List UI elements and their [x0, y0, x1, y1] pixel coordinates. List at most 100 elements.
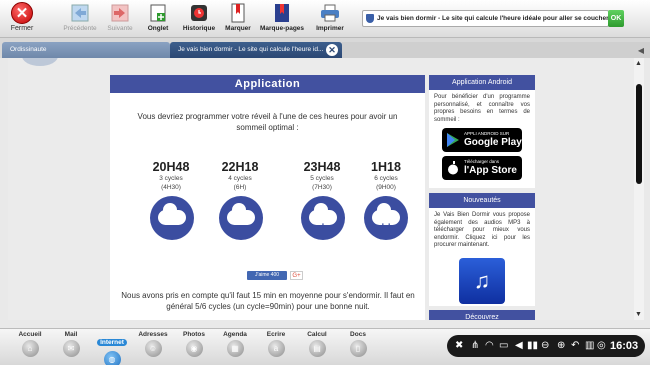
application-panel: Application Vous devriez programmer votr…	[110, 75, 425, 320]
dock-label: Photos	[182, 331, 206, 338]
sleep-duration: (6H)	[233, 184, 247, 191]
dock-item-agenda[interactable]: Agenda ▦	[213, 331, 257, 357]
google-play-badge[interactable]: APPLI ANDROID SUR Google Play	[442, 128, 522, 153]
dock-item-ecrire[interactable]: Ecrire a	[254, 331, 298, 357]
dock-label: Calcul	[307, 331, 327, 338]
android-header: Application Android	[429, 75, 535, 90]
bookmarks-label: Marque-pages	[259, 25, 305, 32]
wake-option[interactable]: 20H48 3 cycles (4H30)	[141, 160, 201, 192]
cloud-icon[interactable]: +	[301, 196, 345, 240]
discover-header: Découvrez	[429, 310, 535, 320]
discover-panel: Découvrez	[429, 310, 535, 320]
dock-item-internet[interactable]: Internet ◍	[90, 331, 134, 365]
scroll-thumb[interactable]	[636, 84, 642, 184]
tab-icon	[148, 3, 168, 23]
news-text[interactable]: Je Vais Bien Dormir vous propose égaleme…	[429, 208, 535, 254]
contacts-icon: ☺	[144, 340, 162, 357]
news-header: Nouveautés	[429, 193, 535, 208]
cloud-symbol: -	[239, 221, 243, 233]
application-header: Application	[110, 75, 425, 93]
go-button[interactable]: OK	[608, 10, 624, 27]
battery-icon[interactable]: ▭	[499, 338, 508, 354]
dock-label: Agenda	[223, 331, 247, 338]
tab-label: Je vais bien dormir - Le site qui calcul…	[178, 46, 324, 53]
tab-ordissinaute[interactable]: Ordissinaute	[2, 42, 170, 58]
cycle-count: 5 cycles	[310, 175, 334, 182]
scroll-up-icon[interactable]: ▲	[635, 60, 642, 67]
badge-small-text: APPLI ANDROID SUR	[464, 131, 510, 137]
sleep-duration: (4H30)	[161, 184, 181, 191]
bookmark-label: Marquer	[225, 25, 251, 32]
dock-label: Docs	[350, 331, 366, 338]
bookmarks-icon	[272, 3, 292, 23]
dock-item-mail[interactable]: Mail ✉	[49, 331, 93, 357]
home-icon: ⌂	[21, 340, 39, 357]
dock-label: Adresses	[138, 331, 168, 338]
close-label: Fermer	[10, 25, 34, 32]
network-icon[interactable]: ⋔	[471, 338, 479, 354]
dock-item-docs[interactable]: Docs ▯	[336, 331, 380, 357]
chevron-left-icon[interactable]: ◀	[638, 46, 644, 55]
bookmark-button[interactable]: Marquer	[214, 3, 262, 36]
close-button[interactable]: ✕ Fermer	[4, 2, 40, 36]
forward-arrow-icon	[110, 3, 130, 23]
top-toolbar: ✕ Fermer Précédente Suivante Onglet Hist…	[0, 0, 650, 38]
url-input[interactable]: Je vais bien dormir - Le site qui calcul…	[362, 10, 609, 27]
scroll-down-icon[interactable]: ▼	[635, 311, 642, 318]
apple-icon	[448, 161, 458, 175]
wake-time: 22H18	[221, 160, 259, 174]
tools-icon[interactable]: ✖	[455, 338, 463, 354]
document-icon: ▯	[349, 340, 367, 357]
dock-item-adresses[interactable]: Adresses ☺	[131, 331, 175, 357]
print-button[interactable]: Imprimer	[306, 3, 354, 36]
footer-text: Nous avons pris en compte qu'il faut 15 …	[121, 291, 415, 311]
wake-option[interactable]: 23H48 5 cycles (7H30)	[292, 160, 352, 192]
music-note-icon[interactable]: ♫	[459, 257, 505, 304]
dock-label: Internet	[97, 339, 127, 346]
app-store-badge[interactable]: Télécharger dans l'App Store	[442, 156, 522, 181]
badge-large-text: l'App Store	[464, 165, 517, 177]
help-icon[interactable]: ◎	[597, 338, 606, 354]
calendar-icon: ▦	[226, 340, 244, 357]
volume-bar-icon[interactable]: ▮▮	[527, 338, 538, 354]
dock-label: Accueil	[18, 331, 42, 338]
bookmarks-button[interactable]: Marque-pages	[258, 3, 306, 36]
android-panel: Application Android Pour bénéficier d'un…	[429, 75, 535, 188]
dock-item-photos[interactable]: Photos ◉	[172, 331, 216, 357]
intro-text: Vous devriez programmer votre réveil à l…	[137, 112, 398, 132]
volume-icon[interactable]: ◀	[515, 338, 523, 354]
close-tab-icon[interactable]: ✕	[326, 44, 338, 56]
facebook-like-button[interactable]: J'aime 400	[247, 271, 287, 280]
history-icon	[189, 3, 209, 23]
badge-large-text: Google Play	[464, 137, 522, 149]
plus-icon[interactable]: ⊕	[557, 338, 565, 354]
wake-time: 20H48	[152, 160, 190, 174]
bookmark-icon	[228, 3, 248, 23]
cloud-icon[interactable]: -	[219, 196, 263, 240]
camera-icon: ◉	[185, 340, 203, 357]
cloud-symbol: - -	[166, 221, 178, 233]
undo-icon[interactable]: ↶	[571, 338, 579, 354]
dock-label: Ecrire	[266, 331, 286, 338]
tab-active[interactable]: Je vais bien dormir - Le site qui calcul…	[170, 42, 342, 58]
vertical-scrollbar[interactable]: ▲ ▼	[634, 58, 644, 320]
wake-time: 1H18	[371, 160, 401, 174]
mail-icon: ✉	[62, 340, 80, 357]
android-text: Pour bénéficier d'un programme personnal…	[434, 94, 530, 123]
minus-icon[interactable]: ⊖	[541, 338, 549, 354]
sleep-duration: (7H30)	[312, 184, 332, 191]
dock-item-calcul[interactable]: Calcul ▤	[295, 331, 339, 357]
trash-icon[interactable]: ▥	[585, 338, 594, 354]
printer-icon	[320, 3, 340, 23]
wake-option[interactable]: 1H18 6 cycles (9H00)	[356, 160, 416, 192]
cloud-icon[interactable]: ++	[364, 196, 408, 240]
cloud-icon[interactable]: - -	[150, 196, 194, 240]
tab-label: Ordissinaute	[10, 46, 47, 53]
dock-item-accueil[interactable]: Accueil ⌂	[8, 331, 52, 357]
dock-label: Mail	[64, 331, 78, 338]
google-plus-button[interactable]: G+	[290, 271, 303, 280]
wake-option[interactable]: 22H18 4 cycles (6H)	[210, 160, 270, 192]
cloud-symbol: +	[319, 221, 327, 233]
wifi-icon[interactable]: ◠	[485, 338, 494, 354]
close-icon: ✕	[11, 2, 33, 24]
